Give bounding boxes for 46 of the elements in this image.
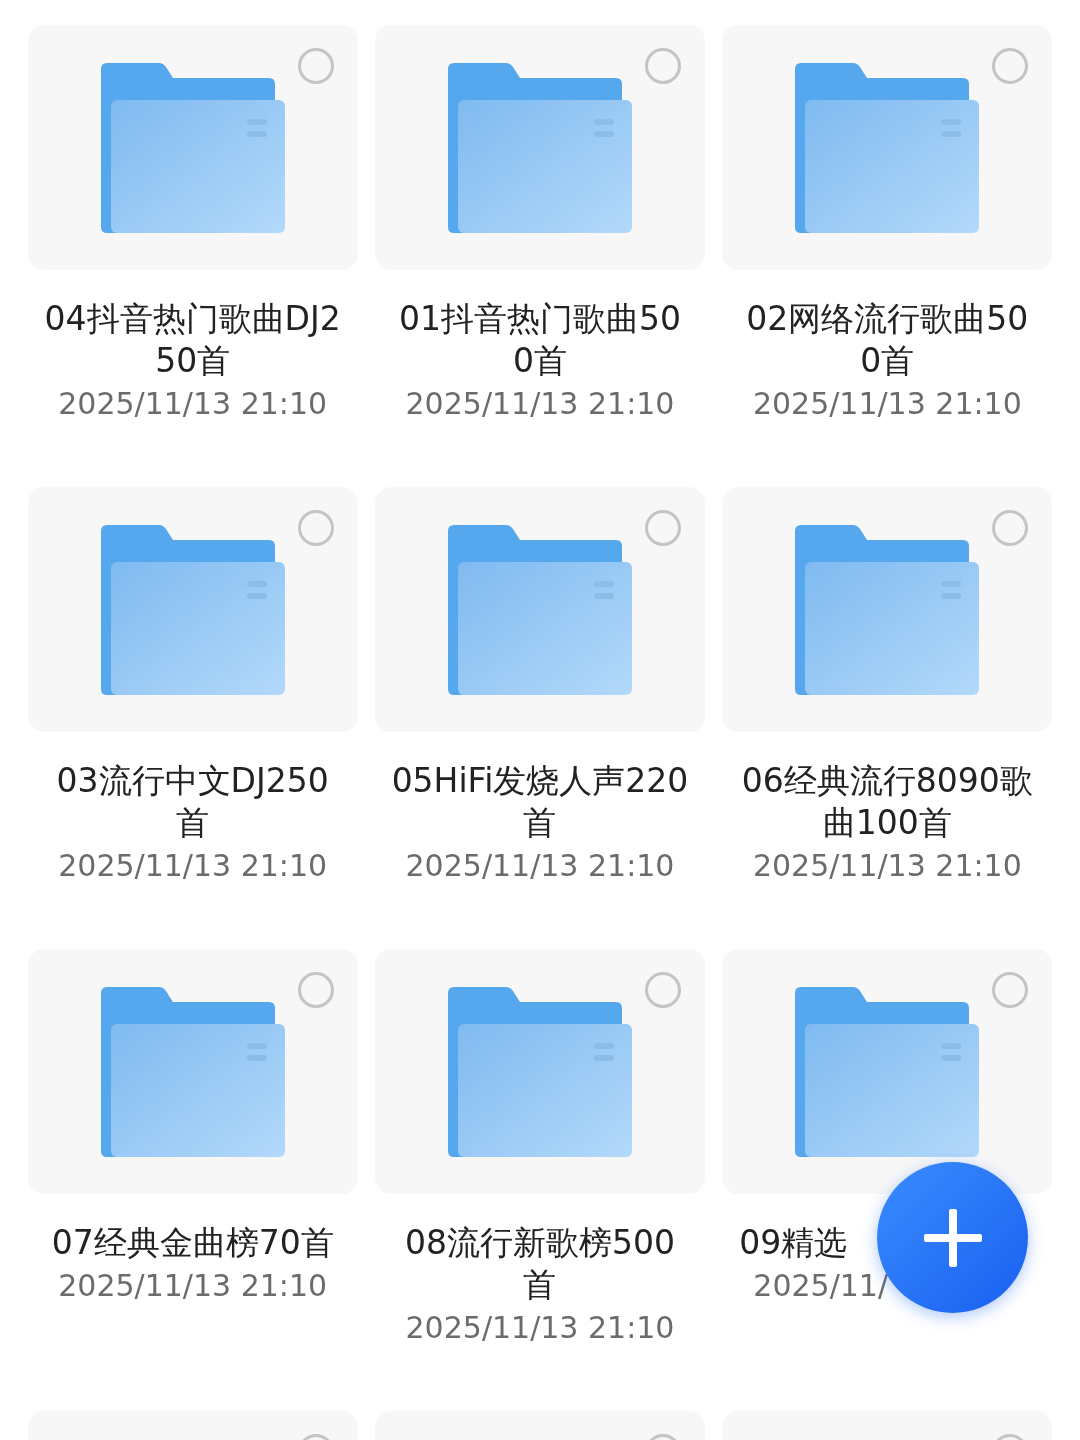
folder-name: 09精选 [739,1222,848,1264]
folder-icon [448,986,632,1157]
folder-card[interactable] [375,949,705,1194]
folder-icon [100,62,285,233]
plus-icon [923,1208,982,1267]
select-radio[interactable] [645,972,681,1008]
folder-card[interactable] [27,949,358,1194]
select-radio[interactable] [297,972,334,1008]
folder-date: 2025/11/13 21:10 [405,847,675,885]
folder-card[interactable] [375,25,705,270]
select-radio[interactable] [992,48,1029,84]
folder-icon [795,524,980,695]
folder-card[interactable] [27,487,358,732]
folder-name: 06经典流行8090歌曲100首 [740,760,1034,844]
folder-card[interactable] [722,949,1053,1194]
folder-date: 2025/11/13 21:10 [58,385,328,423]
folder-name: 05HiFi发烧人声220首 [390,760,690,844]
folder-name: 03流行中文DJ250首 [55,760,330,844]
folder-date: 2025/11/13 21:10 [58,1267,328,1305]
folder-date: 2025/11/13 21:10 [405,1309,675,1347]
folder-date: 2025/11/ [753,1267,889,1305]
select-radio[interactable] [297,48,334,84]
folder-card[interactable] [722,25,1053,270]
folder-icon [448,524,632,695]
select-radio[interactable] [992,972,1029,1008]
folder-date: 2025/11/13 21:10 [58,847,328,885]
folder-icon [448,62,632,233]
folder-icon [795,62,980,233]
folder-icon [100,524,285,695]
folder-date: 2025/11/13 21:10 [752,385,1022,423]
folder-name: 07经典金曲榜70首 [51,1222,334,1264]
folder-name: 08流行新歌榜500首 [404,1222,676,1306]
select-radio[interactable] [645,48,681,84]
folder-icon [795,986,980,1157]
folder-date: 2025/11/13 21:10 [752,847,1022,885]
select-radio[interactable] [297,510,334,546]
folder-name: 04抖音热门歌曲DJ250首 [43,298,342,382]
select-radio[interactable] [992,510,1029,546]
folder-date: 2025/11/13 21:10 [405,385,675,423]
folder-name: 01抖音热门歌曲500首 [398,298,682,382]
folder-name: 02网络流行歌曲500首 [745,298,1030,382]
folder-card[interactable] [27,25,358,270]
folder-card[interactable] [722,487,1053,732]
folder-card[interactable] [375,487,705,732]
folder-icon [100,986,285,1157]
select-radio[interactable] [645,510,681,546]
